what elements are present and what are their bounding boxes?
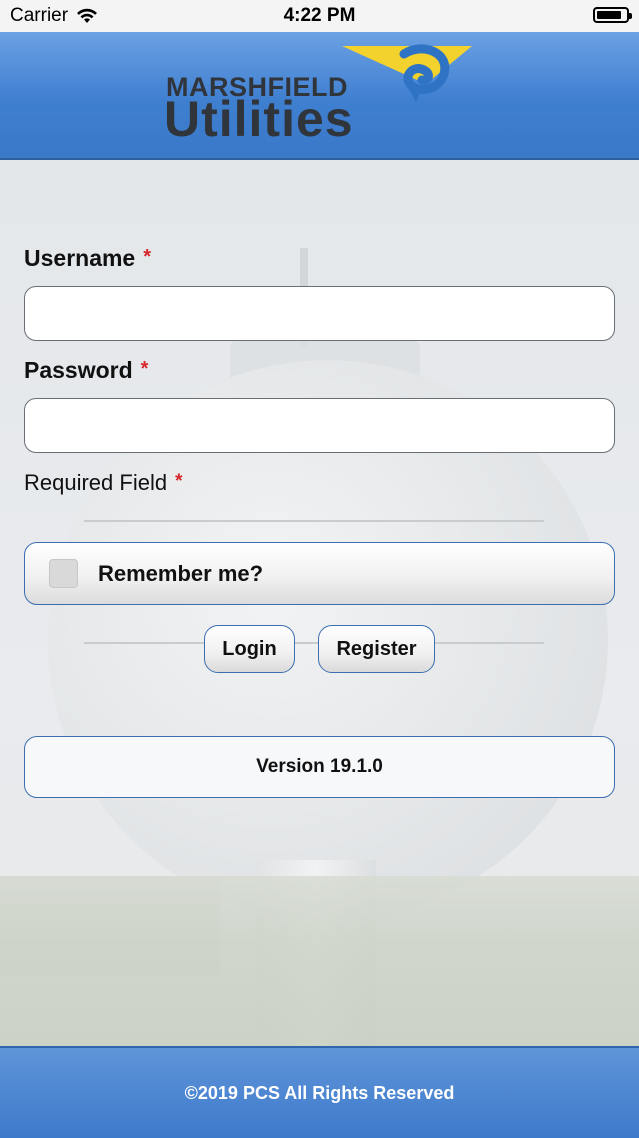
status-time: 4:22 PM xyxy=(283,5,356,26)
remember-me-toggle[interactable]: Remember me? xyxy=(24,542,615,605)
marshfield-utilities-logo: MARSHFIELD Utilities xyxy=(164,44,474,152)
status-bar: Carrier 4:22 PM xyxy=(0,0,639,32)
login-button[interactable]: Login xyxy=(204,625,295,673)
background-trees xyxy=(0,876,639,1046)
logo-bottom-text: Utilities xyxy=(164,91,354,147)
remember-me-checkbox[interactable] xyxy=(49,559,78,588)
status-right xyxy=(593,7,632,23)
copyright-text: ©2019 PCS All Rights Reserved xyxy=(184,1082,455,1103)
battery-icon xyxy=(593,7,632,23)
password-label-text: Password xyxy=(24,357,133,383)
register-button[interactable]: Register xyxy=(318,625,435,673)
username-required-star: * xyxy=(143,246,152,268)
logo-wave-icon xyxy=(342,44,472,102)
required-field-text: Required Field xyxy=(24,470,168,495)
password-label: Password * xyxy=(24,357,148,384)
required-field-star: * xyxy=(175,471,183,492)
username-label: Username * xyxy=(24,245,151,272)
version-button[interactable]: Version 19.1.0 xyxy=(24,736,615,798)
password-required-star: * xyxy=(140,358,149,380)
username-label-text: Username xyxy=(24,245,136,271)
app-header: MARSHFIELD Utilities xyxy=(0,32,639,160)
app-footer: ©2019 PCS All Rights Reserved xyxy=(0,1046,639,1138)
required-field-note: Required Field * xyxy=(24,470,182,496)
password-input[interactable] xyxy=(24,398,615,453)
username-input[interactable] xyxy=(24,286,615,341)
remember-me-label: Remember me? xyxy=(98,560,264,586)
